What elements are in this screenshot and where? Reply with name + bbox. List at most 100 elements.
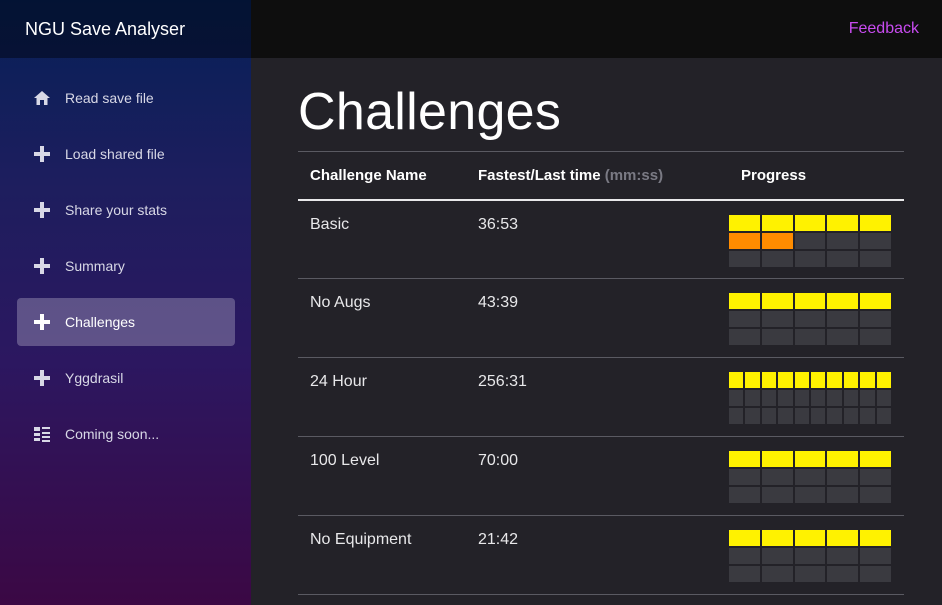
progress-cell-complete [761,214,793,231]
progress-cell-complete [843,372,859,388]
progress-cell-empty [843,390,859,406]
progress-cell-empty [794,469,826,485]
plus-icon [33,369,51,387]
progress-cell-empty [778,408,793,424]
progress-cell-empty [794,329,826,345]
plus-icon [33,201,51,219]
sidebar-item-label: Challenges [65,314,136,330]
progress-cell-empty [860,566,891,582]
progress-cell-empty [794,487,826,503]
progress-cell-empty [860,408,875,424]
plus-icon [33,145,51,163]
progress-cell-empty [827,566,859,582]
progress-cell-complete [729,530,760,546]
progress-cell-empty [761,329,793,345]
progress-cell-empty [761,487,793,503]
progress-cell-complete [761,372,777,388]
progress-cell-complete [729,451,760,467]
progress-grid-row [729,566,891,582]
progress-cell-empty [761,566,793,582]
progress-cell-empty [761,408,777,424]
progress-cell-complete [745,372,760,388]
progress-grid-row [729,329,891,345]
progress-cell-empty [860,232,891,249]
progress-grid-row [729,250,891,267]
progress-cell-complete [729,214,760,231]
progress-grid [729,372,892,424]
sidebar-item-share-your-stats[interactable]: Share your stats [17,186,235,234]
home-icon [33,89,51,107]
sidebar-item-challenges[interactable]: Challenges [17,298,235,346]
progress-cell-partial [729,232,760,249]
progress-cell-empty [827,250,859,267]
column-header-challenge-name: Challenge Name [298,151,466,201]
app-title[interactable]: NGU Save Analyser [0,0,251,58]
column-header-progress: Progress [729,151,904,201]
progress-cell-empty [794,566,826,582]
progress-cell-partial [761,232,793,249]
progress-cell-complete [860,214,891,231]
progress-grid [729,530,891,582]
challenge-name: 100 Level [298,436,466,516]
progress-cell-complete [860,530,891,546]
progress-cell-complete [794,214,826,231]
progress-grid-row [729,530,891,546]
challenge-time: 70:00 [466,436,729,516]
sidebar-item-coming-soon[interactable]: Coming soon... [17,410,235,458]
challenge-name: 24 Hour [298,357,466,437]
progress-cell-complete [860,293,891,309]
progress-cell-complete [761,530,793,546]
plus-icon [33,313,51,331]
sidebar-item-label: Yggdrasil [65,370,124,386]
progress-cell-empty [729,250,760,267]
progress-cell-complete [827,451,859,467]
progress-cell-empty [860,250,891,267]
progress-cell-empty [827,487,859,503]
progress-cell-empty [827,311,859,327]
progress-cell-complete [761,451,793,467]
column-header-time-label: Fastest/Last time [478,166,601,184]
sidebar-item-label: Share your stats [65,202,167,218]
challenge-time: 43:39 [466,278,729,358]
progress-grid [729,214,891,267]
sidebar-item-yggdrasil[interactable]: Yggdrasil [17,354,235,402]
progress-grid-row [729,408,892,424]
progress-cell-empty [860,311,891,327]
progress-cell-empty [860,469,891,485]
feedback-link[interactable]: Feedback [849,20,919,38]
sidebar-item-summary[interactable]: Summary [17,242,235,290]
progress-cell-empty [827,329,859,345]
progress-cell-empty [860,390,875,406]
progress-cell-empty [778,390,793,406]
time-unit-label: (mm:ss) [604,166,664,184]
progress-grid-row [729,469,891,485]
table-row: 24 Hour 256:31 [298,357,904,437]
progress-cell-empty [761,311,793,327]
progress-cell-complete [794,293,826,309]
top-bar: Feedback [251,0,942,58]
progress-cell-complete [729,293,760,309]
progress-cell-complete [778,372,793,388]
progress-cell-complete [794,372,810,388]
progress-cell-empty [860,548,891,564]
challenge-name: No Augs [298,278,466,358]
progress-cell-complete [811,372,826,388]
table-row: Basic 36:53 [298,199,904,279]
progress-cell-empty [794,311,826,327]
sidebar-item-load-shared-file[interactable]: Load shared file [17,130,235,178]
progress-cell-empty [794,232,826,249]
challenges-table: Challenge Name Fastest/Last time (mm:ss)… [298,151,904,595]
sidebar: NGU Save Analyser Read save file Load sh… [0,0,251,605]
sidebar-item-read-save-file[interactable]: Read save file [17,74,235,122]
progress-cell-complete [827,293,859,309]
page-title: Challenges [298,83,562,141]
progress-cell-empty [876,408,892,424]
sidebar-item-label: Coming soon... [65,426,160,442]
progress-cell-empty [794,408,810,424]
progress-cell-empty [811,408,826,424]
progress-cell-complete [876,372,892,388]
progress-cell-empty [745,408,760,424]
progress-cell-complete [794,451,826,467]
progress-cell-empty [729,566,760,582]
progress-cell-complete [860,372,875,388]
